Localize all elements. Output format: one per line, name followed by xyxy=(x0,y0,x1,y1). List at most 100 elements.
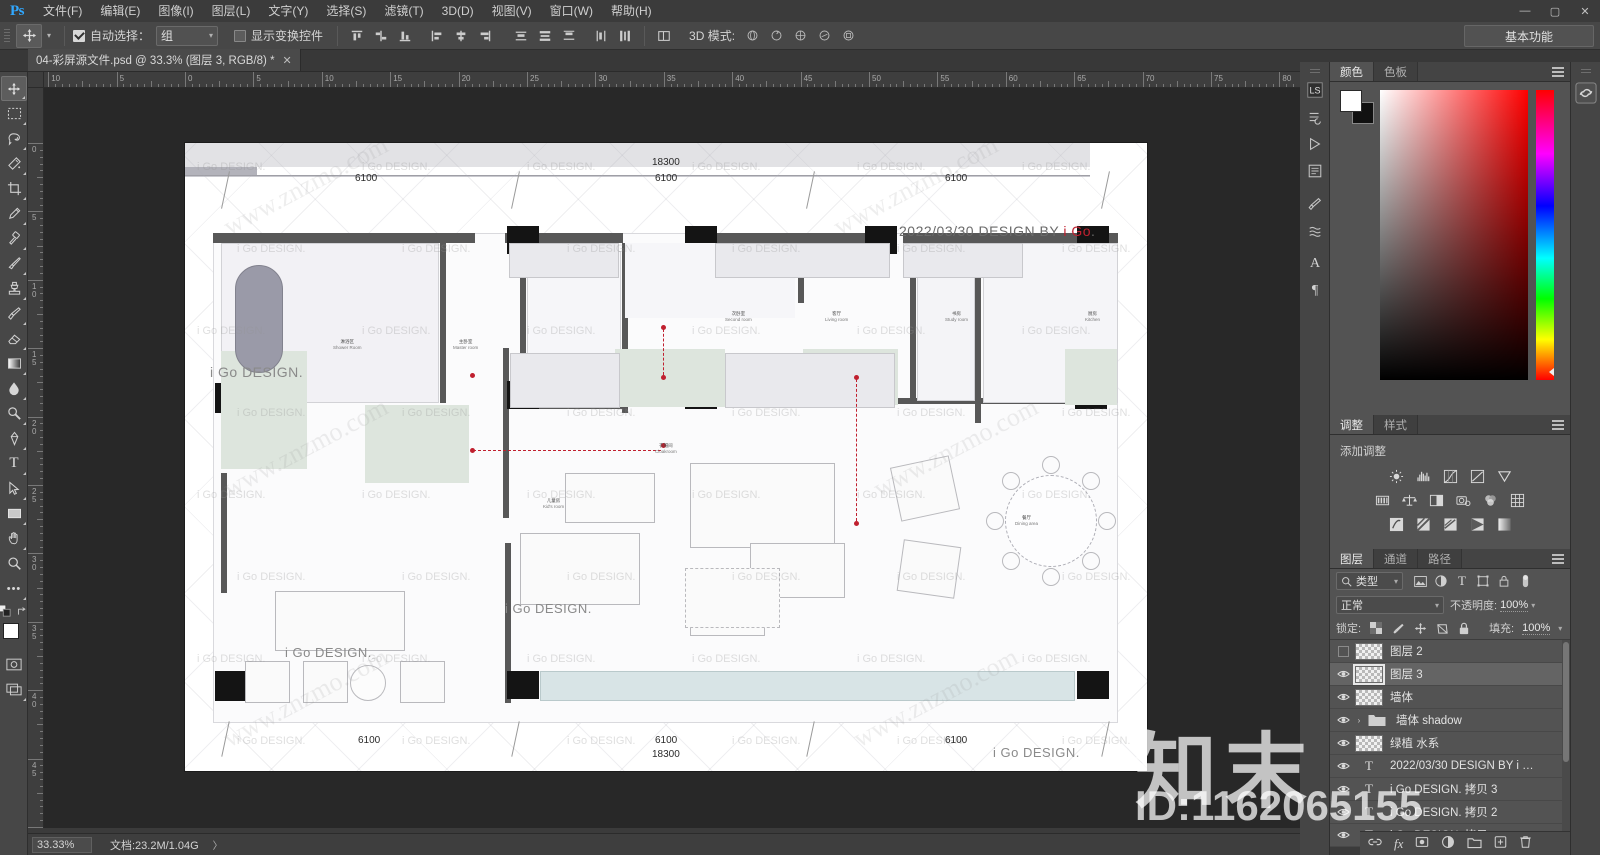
quick-selection-tool[interactable] xyxy=(1,151,27,176)
horizontal-type-tool[interactable]: T xyxy=(1,451,27,476)
paragraph-panel-icon[interactable]: ¶ xyxy=(1300,277,1330,304)
path-selection-tool[interactable] xyxy=(1,476,27,501)
move-tool[interactable] xyxy=(1,76,27,101)
align-top-edges-icon[interactable] xyxy=(346,25,368,47)
layer-list-scrollbar[interactable] xyxy=(1562,640,1570,847)
status-options-chevron-icon[interactable]: 〉 xyxy=(213,837,223,852)
black-white-icon[interactable] xyxy=(1427,491,1447,509)
filter-toggle-icon[interactable] xyxy=(1518,574,1532,588)
invert-icon[interactable] xyxy=(1386,515,1406,533)
menu-item-edit[interactable]: 编辑(E) xyxy=(91,0,149,22)
layer-visibility-toggle-icon[interactable] xyxy=(1332,778,1354,801)
menu-item-file[interactable]: 文件(F) xyxy=(34,0,91,22)
layer-thumbnail[interactable]: T xyxy=(1354,757,1384,776)
eyedropper-tool[interactable] xyxy=(1,201,27,226)
lock-transparent-pixels-icon[interactable] xyxy=(1369,621,1383,635)
tab-paths[interactable]: 路径 xyxy=(1418,549,1462,568)
brushes-panel-icon[interactable] xyxy=(1300,217,1330,244)
menu-item-view[interactable]: 视图(V) xyxy=(483,0,541,22)
menu-item-filter[interactable]: 滤镜(T) xyxy=(375,0,432,22)
clone-stamp-tool[interactable] xyxy=(1,276,27,301)
align-bottom-edges-icon[interactable] xyxy=(394,25,416,47)
creative-cloud-icon[interactable] xyxy=(1571,78,1600,108)
layer-thumbnail[interactable]: T xyxy=(1354,780,1384,799)
layer-thumbnail[interactable] xyxy=(1353,663,1385,685)
lock-position-icon[interactable] xyxy=(1413,621,1427,635)
rectangular-marquee-tool[interactable] xyxy=(1,101,27,126)
posterize-icon[interactable] xyxy=(1413,515,1433,533)
roll-3d-icon[interactable] xyxy=(765,25,787,47)
align-horizontal-centers-icon[interactable] xyxy=(450,25,472,47)
quick-mask-icon[interactable] xyxy=(1,652,27,677)
layer-row[interactable]: › 墙体 shadow xyxy=(1330,709,1570,732)
levels-icon[interactable] xyxy=(1413,467,1433,485)
rectangle-tool[interactable] xyxy=(1,501,27,526)
screen-mode-icon[interactable] xyxy=(1,677,27,702)
group-expand-chevron-icon[interactable]: › xyxy=(1354,716,1364,725)
distribute-vertical-center-icon[interactable] xyxy=(534,25,556,47)
maximize-button[interactable]: ▢ xyxy=(1540,0,1570,22)
new-group-icon[interactable] xyxy=(1467,836,1482,852)
opacity-value[interactable]: 100% xyxy=(1500,599,1529,612)
align-options-icon[interactable] xyxy=(653,25,675,47)
libraries-panel-icon[interactable]: LS xyxy=(1300,76,1330,103)
eraser-tool[interactable] xyxy=(1,326,27,351)
photo-filter-icon[interactable] xyxy=(1454,491,1474,509)
color-panel-swatches[interactable] xyxy=(1340,90,1374,124)
scale-3d-icon[interactable] xyxy=(837,25,859,47)
color-lookup-icon[interactable] xyxy=(1508,491,1528,509)
layer-visibility-toggle-icon[interactable] xyxy=(1332,686,1354,709)
canvas-viewport[interactable]: 淋浴区 Shower Room 主卧室 Master room 次卧室 Second ro… xyxy=(44,88,1300,828)
move-tool-icon[interactable] xyxy=(16,23,42,48)
vertical-ruler[interactable]: 051 01 52 02 53 03 54 04 55 0 xyxy=(28,88,44,828)
layer-thumbnail[interactable] xyxy=(1354,688,1384,707)
layer-visibility-toggle-icon[interactable] xyxy=(1332,640,1354,663)
artboard[interactable]: 淋浴区 Shower Room 主卧室 Master room 次卧室 Second ro… xyxy=(185,143,1147,771)
spot-healing-brush-tool[interactable] xyxy=(1,226,27,251)
minimize-button[interactable]: — xyxy=(1510,0,1540,22)
actions-panel-icon[interactable] xyxy=(1300,130,1330,157)
pan-3d-icon[interactable] xyxy=(789,25,811,47)
horizontal-ruler[interactable]: 10 5 0 5 10 15 20 25 30 35 40 45 50 55 60 65 70 75 80 xyxy=(44,72,1300,88)
layer-style-icon[interactable]: fx xyxy=(1394,836,1403,852)
fill-value[interactable]: 100% xyxy=(1522,622,1551,635)
foreground-color-swatch[interactable] xyxy=(3,623,19,639)
selective-color-icon[interactable] xyxy=(1494,515,1514,533)
panel-menu-icon[interactable] xyxy=(1552,554,1564,564)
history-panel-icon[interactable] xyxy=(1300,103,1330,130)
zoom-level-field[interactable]: 33.33% xyxy=(32,836,92,853)
tab-adjustments[interactable]: 调整 xyxy=(1330,415,1374,434)
tab-layers[interactable]: 图层 xyxy=(1330,549,1374,568)
ruler-corner[interactable] xyxy=(28,72,44,88)
gradient-map-icon[interactable] xyxy=(1467,515,1487,533)
menu-item-window[interactable]: 窗口(W) xyxy=(541,0,602,22)
panel-menu-icon[interactable] xyxy=(1552,420,1564,430)
chevron-down-icon[interactable]: ▾ xyxy=(1531,601,1535,610)
align-left-edges-icon[interactable] xyxy=(426,25,448,47)
new-layer-icon[interactable] xyxy=(1494,835,1507,852)
layer-row[interactable]: Ti Go DESIGN. 拷贝 3 xyxy=(1330,778,1570,801)
layer-list[interactable]: 图层 2 图层 3 墙体 › 墙体 shadow 绿植 水系 T 2022/03/30 DES… xyxy=(1330,639,1570,847)
rail-grip[interactable] xyxy=(1571,62,1600,76)
blur-tool[interactable] xyxy=(1,376,27,401)
gradient-tool[interactable] xyxy=(1,351,27,376)
default-colors-icon[interactable] xyxy=(0,604,11,620)
layer-thumbnail[interactable] xyxy=(1354,642,1384,661)
layer-visibility-toggle-icon[interactable] xyxy=(1332,663,1354,686)
layer-row[interactable]: 图层 3 xyxy=(1330,663,1570,686)
tool-preset-chevron-icon[interactable]: ▾ xyxy=(42,24,56,48)
threshold-icon[interactable] xyxy=(1440,515,1460,533)
type-filter-icon[interactable]: T xyxy=(1455,573,1469,588)
panel-menu-icon[interactable] xyxy=(1552,67,1564,77)
layer-row[interactable]: Ti Go DESIGN. 拷贝 2 xyxy=(1330,801,1570,824)
auto-select-checkbox[interactable] xyxy=(73,29,85,42)
hand-tool[interactable] xyxy=(1,526,27,551)
smart-object-filter-icon[interactable] xyxy=(1497,574,1511,588)
history-brush-tool[interactable] xyxy=(1,301,27,326)
adjustment-filter-icon[interactable] xyxy=(1434,574,1448,588)
properties-panel-icon[interactable] xyxy=(1300,157,1330,184)
shape-filter-icon[interactable] xyxy=(1476,574,1490,588)
menu-item-help[interactable]: 帮助(H) xyxy=(602,0,661,22)
lock-image-pixels-icon[interactable] xyxy=(1391,621,1405,635)
opacity-control[interactable]: 不透明度: 100% ▾ xyxy=(1450,597,1535,613)
